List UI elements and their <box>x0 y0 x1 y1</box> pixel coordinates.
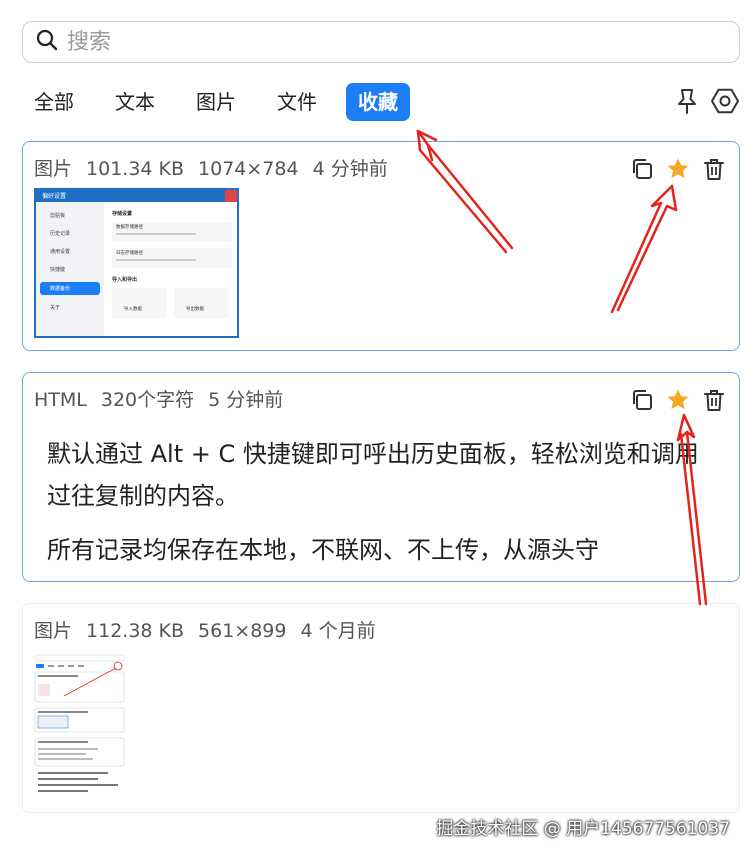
tab-all[interactable]: 全部 <box>22 83 86 121</box>
thumb-import-btn: 导入数据 <box>112 288 167 318</box>
settings-hexagon-icon[interactable] <box>710 86 740 116</box>
search-bar[interactable] <box>22 21 740 63</box>
item-time: 4 个月前 <box>300 620 376 642</box>
thumb-export-btn: 导出数据 <box>174 288 229 318</box>
image-thumbnail[interactable]: 偏好设置 剪贴板 历史记录 通用设置 快捷键 数据备份 关于 存储设置 数据存储… <box>34 188 239 338</box>
thumb-menu-item: 通用设置 <box>50 249 71 255</box>
item-dimensions: 561×899 <box>198 620 287 642</box>
thumb-section: 存储设置 <box>112 211 133 217</box>
thumb-sidebar: 剪贴板 历史记录 通用设置 快捷键 数据备份 关于 <box>36 202 104 336</box>
item-type: HTML <box>34 389 87 411</box>
thumb-menu-item: 快捷键 <box>50 267 66 273</box>
clip-item-image-2[interactable]: 图片 112.38 KB 561×899 4 个月前 <box>22 603 740 813</box>
watermark: 掘金技术社区 @ 用户145677561037 <box>436 819 730 839</box>
category-tabs: 全部 文本 图片 文件 收藏 <box>22 83 427 121</box>
item-meta: 图片 101.34 KB 1074×784 4 分钟前 <box>34 154 402 181</box>
thumb-field-2: 日志存储路径 <box>112 248 232 268</box>
item-time: 5 分钟前 <box>208 389 284 411</box>
html-paragraph: 默认通过 Alt + C 快捷键即可呼出历史面板，轻松浏览和调用过往复制的内容。 <box>47 440 699 510</box>
item-dimensions: 1074×784 <box>198 158 299 180</box>
copy-icon[interactable] <box>629 156 655 182</box>
thumb-title: 偏好设置 <box>42 193 67 200</box>
thumb-btn-label: 导入数据 <box>124 307 142 312</box>
thumb-field-1: 数据存储路径 <box>112 222 232 242</box>
tab-images[interactable]: 图片 <box>184 83 248 121</box>
trash-icon[interactable] <box>701 387 727 413</box>
star-icon[interactable] <box>665 156 691 182</box>
thumb-titlebar: 偏好设置 <box>36 190 237 202</box>
thumb-menu-item: 数据备份 <box>50 286 71 292</box>
item-meta: HTML 320个字符 5 分钟前 <box>34 385 297 412</box>
item-meta: 图片 112.38 KB 561×899 4 个月前 <box>34 616 390 643</box>
tab-files[interactable]: 文件 <box>265 83 329 121</box>
item-time: 4 分钟前 <box>312 158 388 180</box>
item-size: 320个字符 <box>100 389 195 411</box>
thumb-menu-item: 历史记录 <box>50 231 71 237</box>
trash-icon[interactable] <box>701 156 727 182</box>
tab-favorites[interactable]: 收藏 <box>346 83 410 121</box>
thumbnail-preview <box>34 654 126 792</box>
item-type: 图片 <box>34 620 73 642</box>
tab-text[interactable]: 文本 <box>103 83 167 121</box>
star-icon[interactable] <box>665 387 691 413</box>
search-input[interactable] <box>67 29 667 55</box>
search-icon <box>35 28 59 56</box>
thumb-section: 导入和导出 <box>112 277 138 283</box>
thumb-btn-label: 导出数据 <box>186 307 204 312</box>
copy-icon[interactable] <box>629 387 655 413</box>
thumb-menu-item: 剪贴板 <box>50 213 66 219</box>
clip-item-image-1[interactable]: 图片 101.34 KB 1074×784 4 分钟前 偏好设置 剪贴板 历史记录 通… <box>22 141 740 351</box>
thumb-close <box>225 190 237 202</box>
clip-item-html[interactable]: HTML 320个字符 5 分钟前 默认通过 Alt + C 快捷键即可呼出历史面板… <box>22 372 740 582</box>
item-actions <box>629 156 727 182</box>
thumb-field-label: 数据存储路径 <box>116 225 143 230</box>
thumb-menu-item: 关于 <box>50 305 61 311</box>
item-size: 101.34 KB <box>86 158 185 180</box>
pin-icon[interactable] <box>672 86 702 116</box>
image-thumbnail[interactable] <box>34 654 126 804</box>
html-paragraph: 所有记录均保存在本地，不联网、不上传，从源头守 <box>47 536 599 564</box>
item-type: 图片 <box>34 158 73 180</box>
item-size: 112.38 KB <box>86 620 185 642</box>
thumb-field-label: 日志存储路径 <box>116 251 143 256</box>
item-actions <box>629 387 727 413</box>
html-preview: 默认通过 Alt + C 快捷键即可呼出历史面板，轻松浏览和调用过往复制的内容。… <box>47 433 717 569</box>
